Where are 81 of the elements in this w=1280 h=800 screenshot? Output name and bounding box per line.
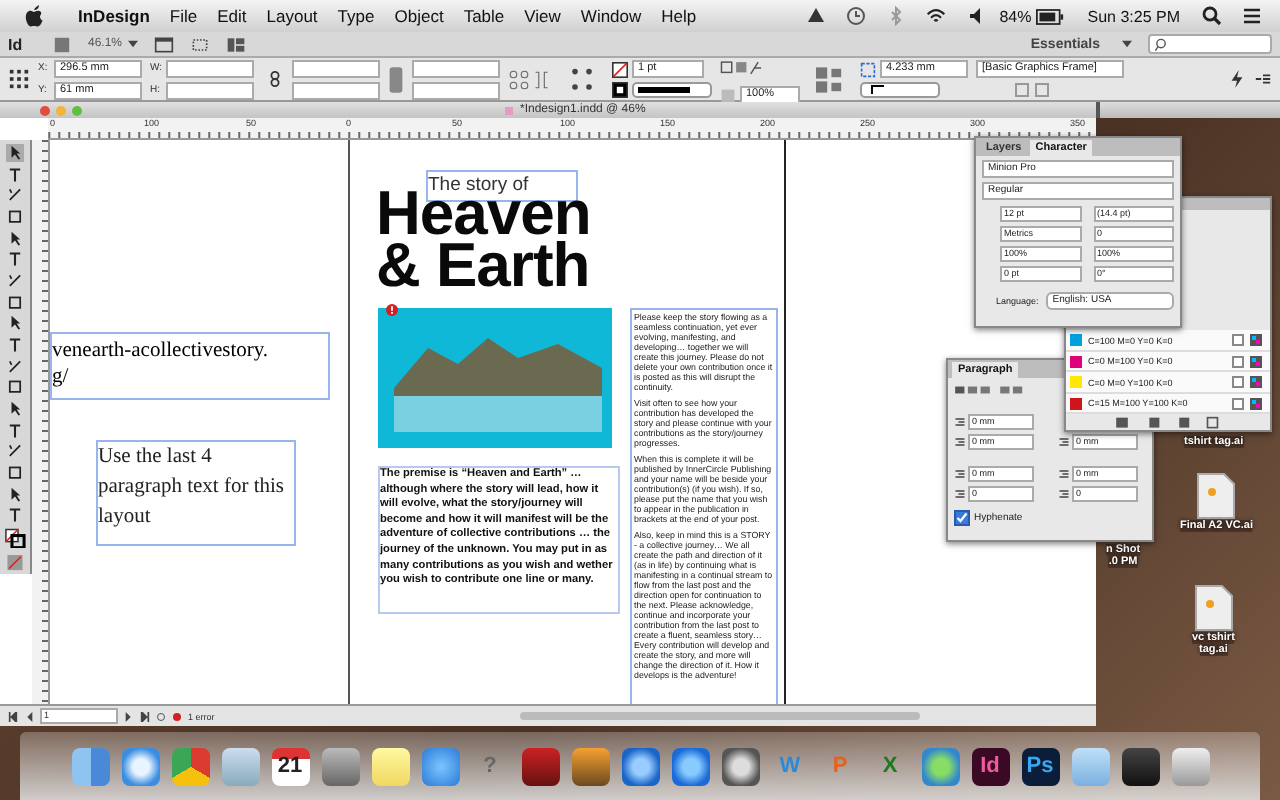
lightning-icon[interactable]	[1228, 70, 1246, 88]
indent-icon	[1058, 488, 1070, 500]
search-icon[interactable]	[1202, 6, 1222, 26]
swatch-type-icons	[1232, 397, 1264, 410]
fill-stroke-icon[interactable]	[4, 527, 26, 549]
drive-icon[interactable]	[805, 6, 826, 26]
note-text: Use the last 4 paragraph text for this layout	[96, 440, 296, 546]
previous-page-button[interactable]	[24, 711, 34, 721]
close-button[interactable]	[40, 105, 50, 115]
indent-icon	[954, 488, 966, 500]
apple-logo-icon[interactable]	[24, 4, 44, 28]
shear-field[interactable]	[412, 81, 500, 99]
menu-item[interactable]: Type	[327, 6, 385, 26]
line-tool-icon[interactable]	[6, 271, 24, 290]
height-field[interactable]	[166, 81, 254, 99]
app-icon[interactable]: Id	[971, 747, 1009, 785]
arrange-icon[interactable]	[226, 35, 247, 53]
panel-menu-icon[interactable]	[1254, 70, 1272, 88]
menu-item[interactable]: Layout	[256, 6, 328, 26]
width-field[interactable]	[166, 59, 254, 77]
menu-item[interactable]: Window	[570, 6, 652, 26]
swatch-type-icons	[1232, 376, 1264, 389]
rotation-field[interactable]	[412, 59, 500, 77]
corner-shape-dropdown[interactable]	[860, 82, 940, 98]
chain-link-icon[interactable]	[266, 70, 284, 88]
file-icon[interactable]	[1196, 472, 1237, 520]
kicker-text: The story of	[426, 170, 578, 202]
scale-y-field[interactable]	[292, 81, 380, 99]
caret-icon[interactable]	[1122, 40, 1132, 48]
list-icon[interactable]	[1242, 6, 1262, 26]
selection-arrow-icon[interactable]	[6, 144, 24, 162]
battery-icon[interactable]	[1035, 7, 1064, 25]
screen-mode-icon[interactable]	[190, 35, 211, 53]
view-mode-icon[interactable]	[4, 552, 26, 574]
menu-item[interactable]: Edit	[207, 6, 257, 26]
preflight-icon[interactable]	[156, 711, 166, 721]
indent-icon	[954, 468, 966, 480]
menu-item[interactable]: Object	[384, 6, 454, 26]
search-field[interactable]	[1148, 34, 1272, 54]
last-page-button[interactable]	[140, 711, 150, 721]
indent-icon	[1058, 468, 1070, 480]
fill-none-icon[interactable]	[612, 61, 628, 77]
notepad-icon[interactable]	[371, 747, 409, 785]
app-logo[interactable]: Id	[8, 35, 36, 53]
indent-icon	[1058, 436, 1070, 448]
reference-point-icon[interactable]	[8, 68, 30, 90]
swatch-type-icons	[1232, 334, 1264, 347]
url-text: venearth-acollectivestory. g/	[50, 332, 330, 400]
clock-icon[interactable]	[845, 6, 866, 26]
search-icon	[1154, 37, 1168, 51]
file-icon[interactable]	[1193, 584, 1234, 632]
next-page-button[interactable]	[124, 711, 134, 721]
stroke-type-dropdown[interactable]	[632, 82, 712, 98]
stroke-swatch-icon[interactable]	[612, 82, 628, 98]
caret-icon[interactable]	[128, 40, 139, 48]
speaker-icon[interactable]	[965, 6, 986, 26]
type-tool-icon[interactable]	[6, 250, 24, 268]
calendar-icon[interactable]: 21	[271, 747, 309, 785]
app-icon[interactable]: Ps	[1021, 747, 1059, 785]
indent-icon	[954, 416, 966, 428]
first-page-button[interactable]	[8, 711, 18, 721]
chrome-wheel-icon[interactable]	[171, 747, 209, 785]
wifi-icon[interactable]	[925, 6, 946, 26]
error-status-icon	[172, 711, 182, 721]
clock[interactable]: Sun 3:25 PM	[1087, 7, 1180, 25]
constrain-icon[interactable]	[388, 63, 404, 95]
scale-x-field[interactable]	[292, 59, 380, 77]
battery-percent[interactable]: 84%	[999, 7, 1032, 25]
view-options-icon[interactable]	[154, 35, 175, 53]
menu-item[interactable]: Table	[453, 6, 515, 26]
menu-item[interactable]: Help	[651, 6, 707, 26]
corner-icon[interactable]	[860, 61, 876, 77]
app-menu[interactable]: InDesign	[68, 6, 160, 26]
menu-item[interactable]: File	[159, 6, 208, 26]
rotate-flip-icons[interactable]	[508, 65, 552, 93]
hyphenate-checkbox[interactable]	[954, 510, 970, 526]
error-marker-icon	[386, 304, 398, 316]
menu-item[interactable]: View	[514, 6, 571, 26]
horizontal-scrollbar[interactable]	[520, 712, 921, 720]
swatch-type-icons	[1232, 355, 1264, 368]
indent-icon	[954, 436, 966, 448]
